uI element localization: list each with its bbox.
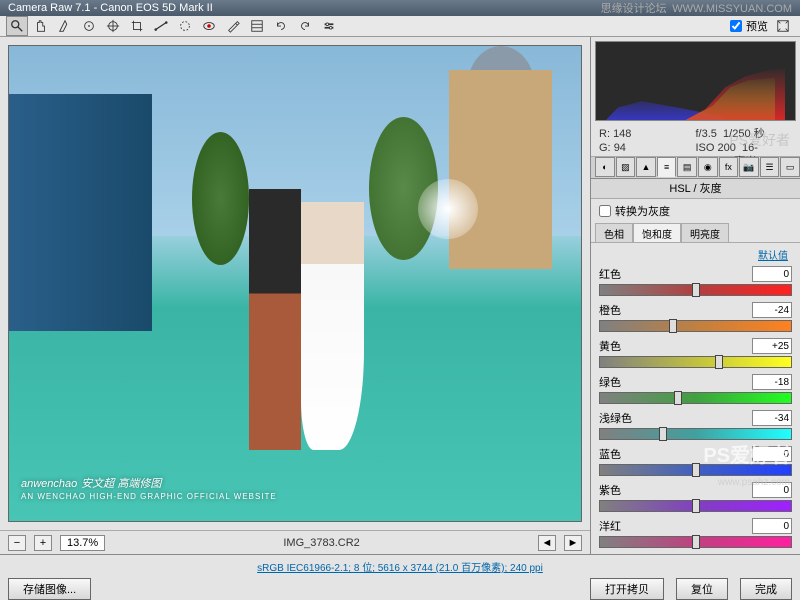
crop-tool-icon[interactable] [126, 16, 148, 36]
slider-input[interactable] [752, 482, 792, 498]
workflow-link[interactable]: sRGB IEC61966-2.1; 8 位; 5616 x 3744 (21.… [0, 555, 800, 578]
titlebar: Camera Raw 7.1 - Canon EOS 5D Mark II 思缘… [0, 0, 800, 16]
slider-thumb[interactable] [715, 355, 723, 369]
slider-track[interactable] [599, 356, 792, 368]
window-title: Camera Raw 7.1 - Canon EOS 5D Mark II [8, 2, 213, 14]
fullscreen-icon[interactable] [772, 16, 794, 36]
white-balance-tool-icon[interactable] [54, 16, 76, 36]
slider-thumb[interactable] [692, 463, 700, 477]
grayscale-checkbox[interactable] [599, 205, 611, 217]
toolbar: 预览 [0, 16, 800, 37]
filename-label: IMG_3783.CR2 [113, 537, 530, 549]
redeye-tool-icon[interactable] [198, 16, 220, 36]
tab-camera[interactable]: 📷 [739, 157, 759, 177]
slider-track[interactable] [599, 464, 792, 476]
slider-track[interactable] [599, 320, 792, 332]
zoom-out-button[interactable]: − [8, 535, 26, 551]
slider-input[interactable] [752, 518, 792, 534]
save-image-button[interactable]: 存储图像... [8, 578, 91, 600]
slider-input[interactable] [752, 446, 792, 462]
zoom-in-button[interactable]: + [34, 535, 52, 551]
slider-track[interactable] [599, 536, 792, 548]
tab-lens[interactable]: ◉ [698, 157, 718, 177]
slider-magenta: 洋红 [599, 518, 792, 548]
slider-purple: 紫色 [599, 482, 792, 512]
tab-hsl[interactable]: ≡ [657, 157, 677, 177]
preview-label: 预览 [746, 18, 768, 34]
slider-track[interactable] [599, 392, 792, 404]
reset-button[interactable]: 复位 [676, 578, 728, 600]
slider-track[interactable] [599, 284, 792, 296]
slider-aqua: 浅绿色 [599, 410, 792, 440]
done-button[interactable]: 完成 [740, 578, 792, 600]
subtab-hue[interactable]: 色相 [595, 223, 633, 242]
zoom-tool-icon[interactable] [6, 16, 28, 36]
slider-input[interactable] [752, 266, 792, 282]
targeted-adjustment-tool-icon[interactable] [102, 16, 124, 36]
open-copy-button[interactable]: 打开拷贝 [590, 578, 664, 600]
panel-tabs: ◐ ▨ ▲ ≡ ▤ ◉ fx 📷 ☰ ▭ [591, 157, 800, 179]
info-readout: R: 148 G: 94 B: 83 f/3.5 1/250 秒 ISO 200… [591, 125, 800, 157]
slider-blue: 蓝色 [599, 446, 792, 476]
preferences-icon[interactable] [318, 16, 340, 36]
grayscale-label: 转换为灰度 [615, 203, 670, 219]
spot-removal-tool-icon[interactable] [174, 16, 196, 36]
sliders-panel: 红色橙色黄色绿色浅绿色蓝色紫色洋红 [591, 266, 800, 554]
tab-fx[interactable]: fx [719, 157, 739, 177]
tab-basic[interactable]: ◐ [595, 157, 615, 177]
slider-yellow: 黄色 [599, 338, 792, 368]
photo-watermark: anwenchao 安文超 高端修图 AN WENCHAO HIGH-END G… [21, 474, 277, 501]
slider-input[interactable] [752, 302, 792, 318]
forum-watermark: 思缘设计论坛 WWW.MISSYUAN.COM [601, 0, 792, 16]
adjustment-brush-tool-icon[interactable] [222, 16, 244, 36]
slider-input[interactable] [752, 410, 792, 426]
tab-presets[interactable]: ☰ [760, 157, 780, 177]
preview-canvas[interactable]: anwenchao 安文超 高端修图 AN WENCHAO HIGH-END G… [8, 45, 582, 522]
color-sampler-tool-icon[interactable] [78, 16, 100, 36]
slider-track[interactable] [599, 428, 792, 440]
slider-input[interactable] [752, 338, 792, 354]
tab-snapshots[interactable]: ▭ [780, 157, 800, 177]
next-image-button[interactable]: ► [564, 535, 582, 551]
prev-image-button[interactable]: ◄ [538, 535, 556, 551]
slider-thumb[interactable] [674, 391, 682, 405]
default-link[interactable]: 默认值 [591, 243, 800, 266]
straighten-tool-icon[interactable] [150, 16, 172, 36]
slider-input[interactable] [752, 374, 792, 390]
panel-title: HSL / 灰度 [591, 179, 800, 199]
rotate-cw-icon[interactable] [294, 16, 316, 36]
subtab-luminance[interactable]: 明亮度 [681, 223, 729, 242]
tab-curve[interactable]: ▨ [616, 157, 636, 177]
subtab-saturation[interactable]: 饱和度 [633, 223, 681, 242]
histogram[interactable] [595, 41, 796, 121]
slider-thumb[interactable] [659, 427, 667, 441]
hand-tool-icon[interactable] [30, 16, 52, 36]
tab-split[interactable]: ▤ [677, 157, 697, 177]
photo-content: anwenchao 安文超 高端修图 AN WENCHAO HIGH-END G… [9, 46, 581, 521]
slider-thumb[interactable] [692, 499, 700, 513]
graduated-filter-tool-icon[interactable] [246, 16, 268, 36]
slider-orange: 橙色 [599, 302, 792, 332]
tab-detail[interactable]: ▲ [636, 157, 656, 177]
zoom-dropdown[interactable]: 13.7% [60, 535, 105, 551]
slider-red: 红色 [599, 266, 792, 296]
preview-checkbox[interactable] [730, 20, 742, 32]
slider-green: 绿色 [599, 374, 792, 404]
slider-thumb[interactable] [692, 535, 700, 549]
rotate-ccw-icon[interactable] [270, 16, 292, 36]
hsl-subtabs: 色相 饱和度 明亮度 [591, 223, 800, 243]
slider-thumb[interactable] [692, 283, 700, 297]
slider-thumb[interactable] [669, 319, 677, 333]
slider-track[interactable] [599, 500, 792, 512]
